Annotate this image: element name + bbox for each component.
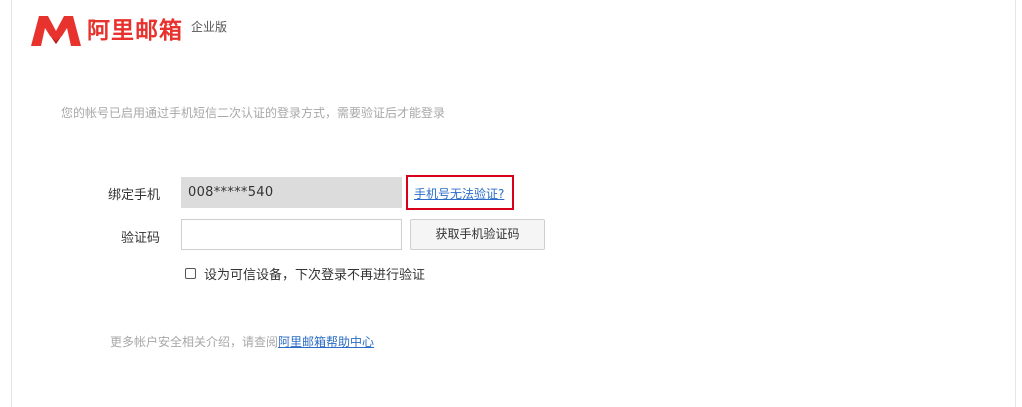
verification-code-input[interactable] — [181, 219, 402, 250]
phone-label: 绑定手机 — [107, 188, 160, 203]
trust-device-checkbox[interactable] — [185, 268, 196, 279]
cant-verify-link[interactable]: 手机号无法验证? — [414, 185, 504, 202]
mail-m-logo-icon — [31, 16, 81, 46]
cant-verify-highlight: 手机号无法验证? — [406, 175, 514, 210]
edition-label: 企业版 — [191, 20, 228, 34]
code-label: 验证码 — [120, 231, 160, 246]
header-logo[interactable]: 阿里邮箱 企业版 — [31, 14, 227, 46]
trust-device-row[interactable]: 设为可信设备，下次登录不再进行验证 — [185, 264, 425, 283]
get-code-button[interactable]: 获取手机验证码 — [410, 219, 545, 250]
two-factor-notice: 您的帐号已启用通过手机短信二次认证的登录方式，需要验证后才能登录 — [61, 106, 446, 120]
brand-name: 阿里邮箱 — [87, 18, 183, 44]
bound-phone-field: 008*****540 — [181, 177, 402, 208]
help-center-link[interactable]: 阿里邮箱帮助中心 — [278, 335, 374, 349]
help-text: 更多帐户安全相关介绍，请查阅 — [110, 335, 279, 349]
help-footer: 更多帐户安全相关介绍，请查阅阿里邮箱帮助中心 — [110, 333, 374, 350]
trust-device-label[interactable]: 设为可信设备，下次登录不再进行验证 — [204, 264, 425, 283]
